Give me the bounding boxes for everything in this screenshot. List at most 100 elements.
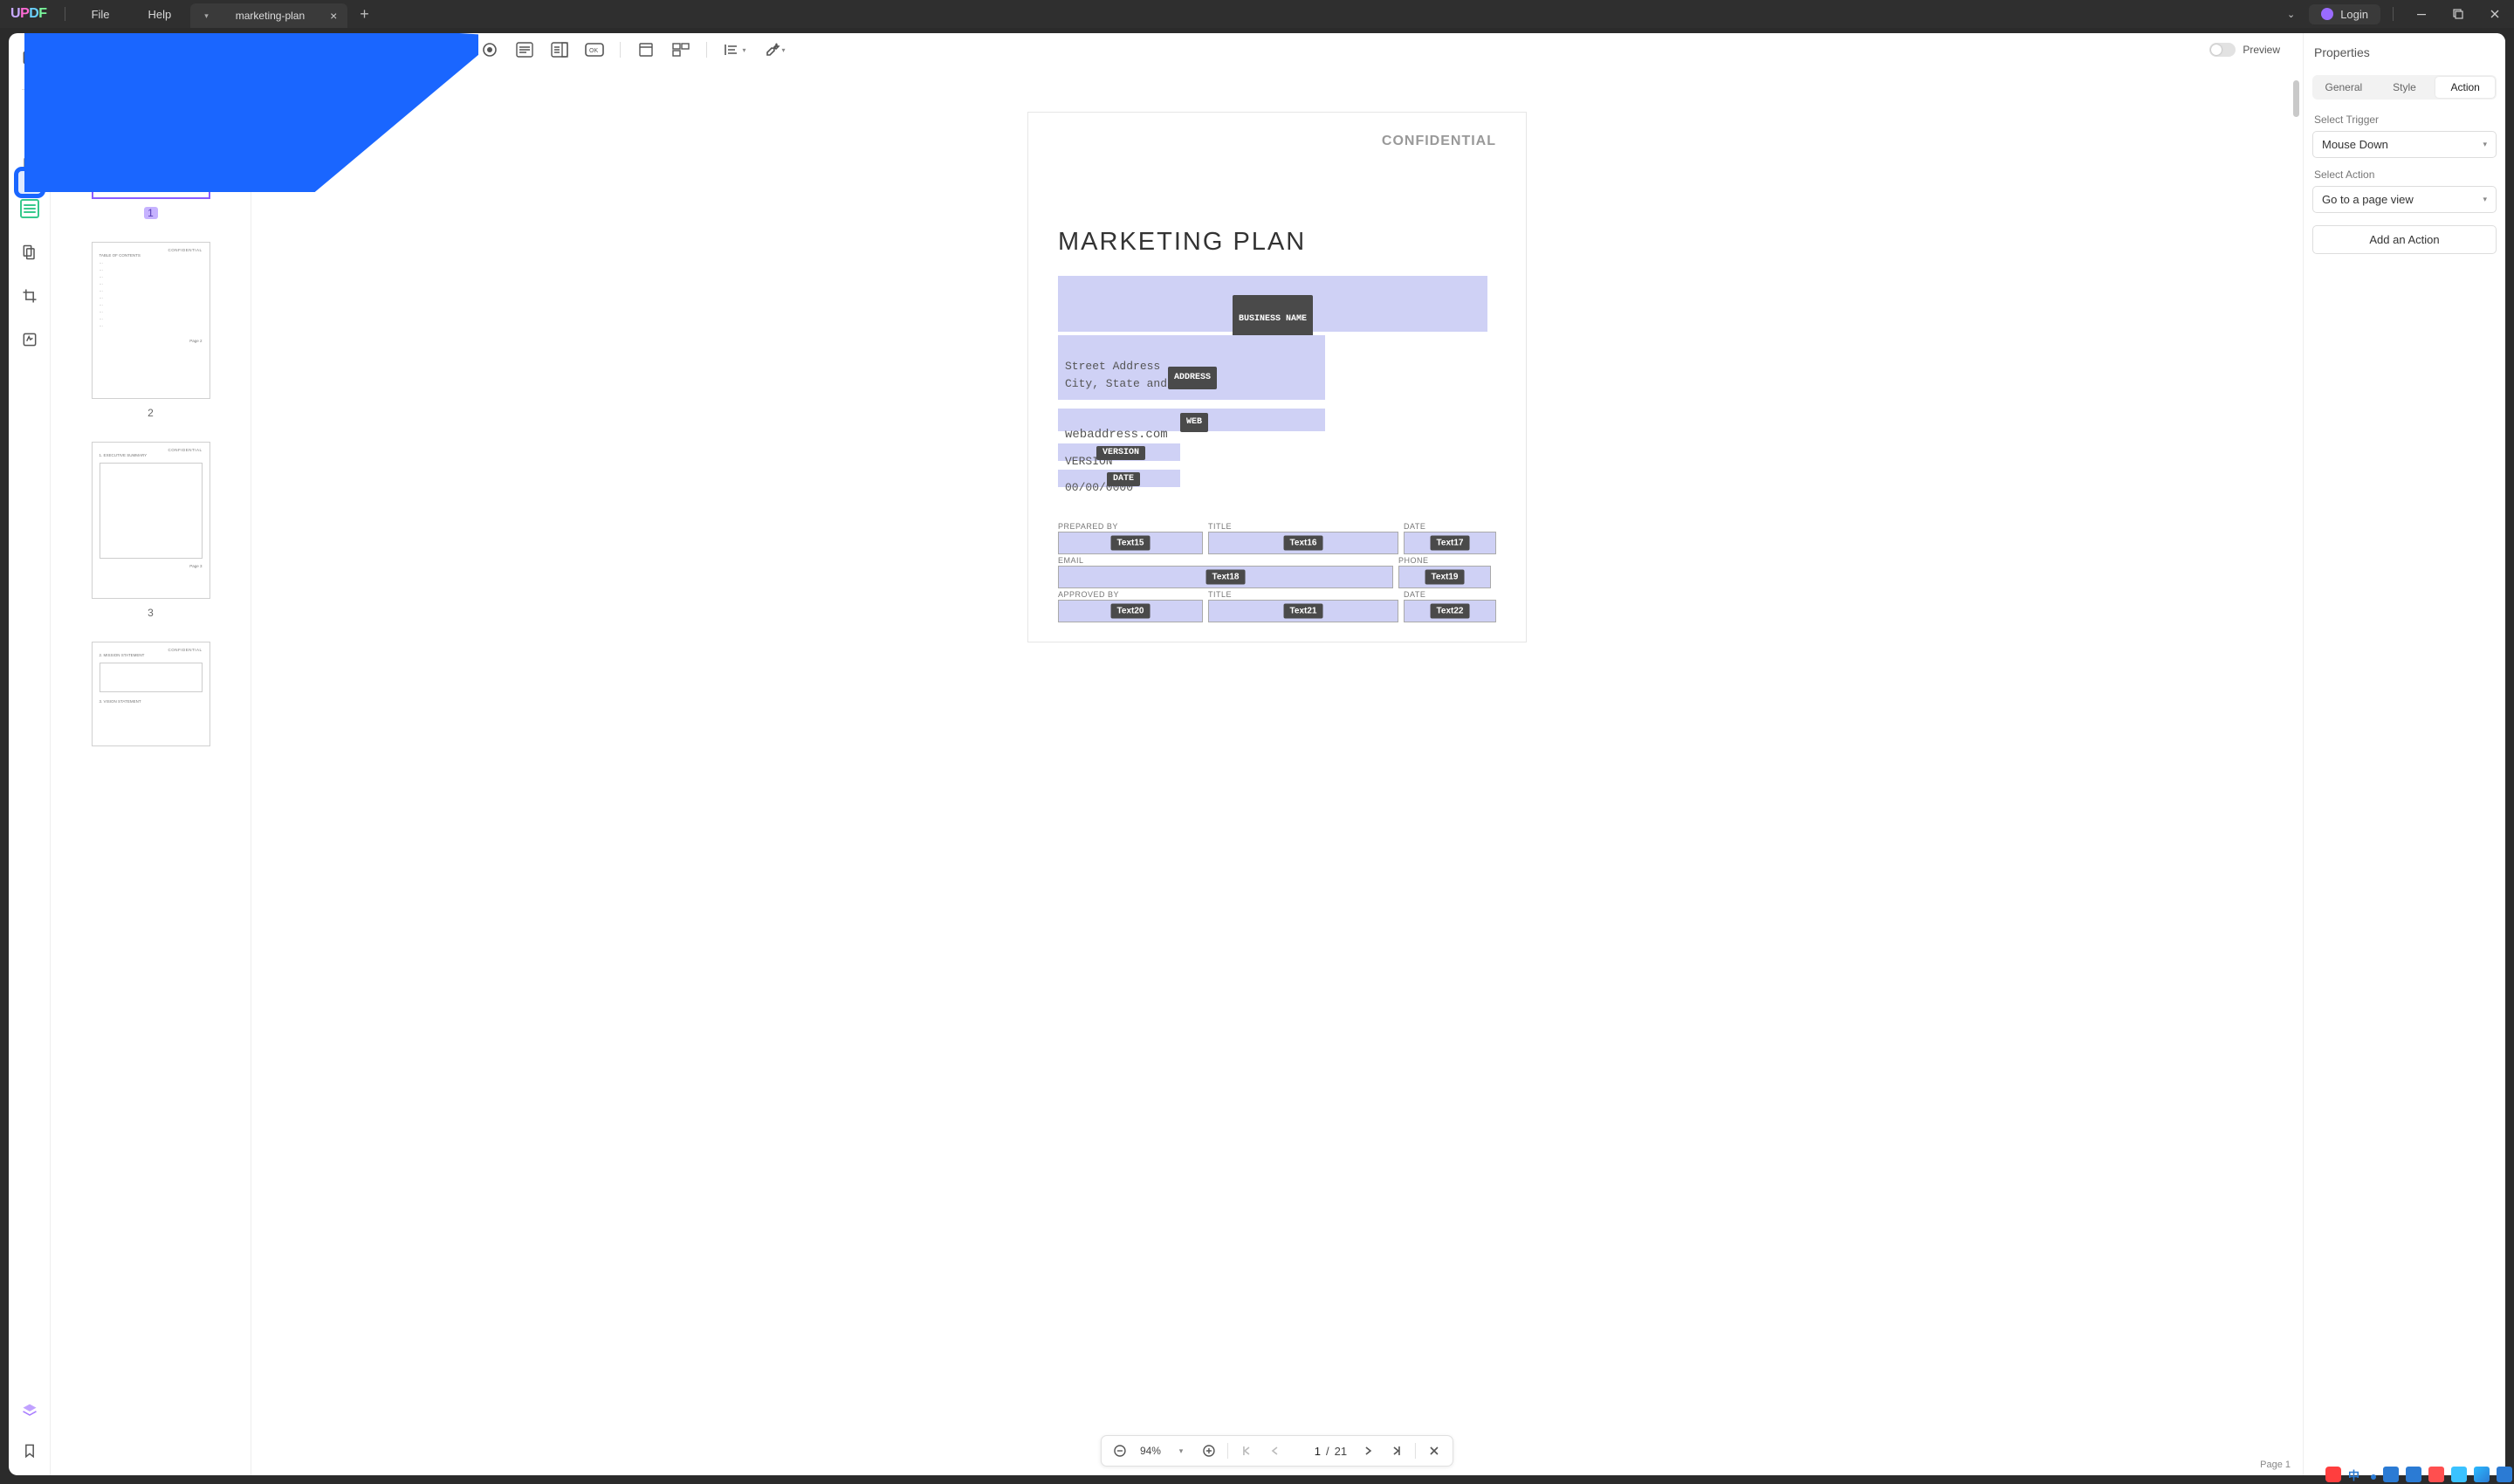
tab-style[interactable]: Style (2375, 77, 2435, 98)
crop-tool-button[interactable] (17, 284, 42, 308)
date-field-tool[interactable] (668, 38, 694, 61)
tab-close-icon[interactable]: × (326, 9, 340, 23)
document-canvas[interactable]: CONFIDENTIAL MARKETING PLAN BUSINESS NAM… (251, 66, 2303, 1475)
text-field-tool[interactable]: T! (407, 38, 433, 61)
date-field[interactable]: 00/00/0000 DATE (1058, 470, 1180, 487)
bookmark-button[interactable] (17, 1439, 42, 1463)
zoom-dropdown-button[interactable]: ▾ (1170, 1439, 1192, 1462)
prev-page-button[interactable] (1263, 1439, 1286, 1462)
tools-menu[interactable]: ▾ (759, 38, 791, 61)
tray-icon[interactable] (2451, 1467, 2467, 1482)
properties-panel: Properties General Style Action Select T… (2303, 33, 2505, 1475)
preview-label: Preview (2243, 44, 2280, 56)
menu-help[interactable]: Help (129, 8, 191, 21)
organize-pages-button[interactable] (17, 240, 42, 265)
tray-keyboard-icon[interactable] (2406, 1467, 2421, 1482)
field-prepared-by[interactable]: Text15 (1058, 532, 1203, 554)
zoom-in-button[interactable] (1198, 1439, 1220, 1462)
tray-icon[interactable] (2325, 1467, 2341, 1482)
listbox-tool[interactable] (546, 38, 573, 61)
login-button[interactable]: Login (2309, 4, 2380, 24)
field-tag: Text15 (1111, 536, 1151, 551)
signoff-table: PREPARED BY Text15 TITLE Text16 DATE Tex… (1058, 522, 1496, 622)
thumbnail-number: 3 (144, 607, 158, 619)
select-trigger-dropdown[interactable]: Mouse Down ▾ (2312, 131, 2497, 158)
document-tab[interactable]: ▾ marketing-plan × (190, 3, 347, 28)
window-maximize-button[interactable] (2442, 9, 2474, 19)
tray-icon[interactable] (2474, 1467, 2490, 1482)
thumbnail-1[interactable]: CONFIDENTIAL MARKETING PLAN BUSINESS NAM… (63, 42, 238, 219)
field-date-2[interactable]: Text22 (1404, 600, 1496, 622)
version-field[interactable]: VERSION VERSION (1058, 443, 1180, 461)
radio-button-tool[interactable] (477, 38, 503, 61)
tray-mic-icon[interactable] (2383, 1467, 2399, 1482)
page-current-input[interactable] (1296, 1445, 1321, 1458)
select-action-dropdown[interactable]: Go to a page view ▾ (2312, 186, 2497, 213)
chevron-down-icon: ▾ (2483, 195, 2487, 204)
tab-action[interactable]: Action (2435, 77, 2495, 98)
business-name-field[interactable]: BUSINESS NAME BUSINESS NAME (1058, 276, 1487, 332)
chevron-down-icon: ▾ (2483, 140, 2487, 149)
tab-title: marketing-plan (221, 10, 326, 22)
tray-settings-icon[interactable] (2497, 1467, 2512, 1482)
add-tab-button[interactable]: + (347, 5, 381, 24)
label-phone: PHONE (1398, 556, 1491, 565)
field-tag: DATE (1107, 472, 1140, 486)
address-field[interactable]: Street Address City, State and Zip ADDRE… (1058, 335, 1325, 400)
thumbnail-3[interactable]: CONFIDENTIAL 1. EXECUTIVE SUMMARY Page 3… (63, 442, 238, 619)
checkbox-tool[interactable] (442, 38, 468, 61)
svg-text:T!: T! (416, 46, 423, 55)
page-nav-bar: 94% ▾ / 21 (1101, 1435, 1453, 1467)
field-phone[interactable]: Text19 (1398, 566, 1491, 588)
chevron-down-icon[interactable]: ⌄ (2278, 5, 2304, 24)
field-date[interactable]: Text17 (1404, 532, 1496, 554)
scrollbar-thumb[interactable] (2293, 80, 2299, 117)
properties-title: Properties (2312, 45, 2497, 59)
edit-tool-button[interactable] (17, 153, 42, 177)
reader-mode-button[interactable] (17, 45, 42, 70)
layers-button[interactable] (17, 1398, 42, 1423)
button-tool[interactable]: OK (581, 38, 608, 61)
tray-icon[interactable] (2428, 1467, 2444, 1482)
field-tag: Text16 (1284, 536, 1323, 551)
label-prepared-by: PREPARED BY (1058, 522, 1203, 531)
field-email[interactable]: Text18 (1058, 566, 1393, 588)
field-title[interactable]: Text16 (1208, 532, 1398, 554)
web-field[interactable]: webaddress.com WEB (1058, 409, 1325, 431)
menu-file[interactable]: File (72, 8, 129, 21)
next-page-button[interactable] (1357, 1439, 1380, 1462)
thumbnail-4[interactable]: CONFIDENTIAL 2. MISSION STATEMENT 3. VIS… (63, 642, 238, 746)
pdf-page: CONFIDENTIAL MARKETING PLAN BUSINESS NAM… (1027, 112, 1527, 642)
system-tray: 中 (2325, 1465, 2512, 1484)
align-tool[interactable]: ▾ (719, 38, 751, 61)
dropdown-tool[interactable] (512, 38, 538, 61)
field-title-2[interactable]: Text21 (1208, 600, 1398, 622)
image-field-tool[interactable] (633, 38, 659, 61)
separator (2393, 7, 2394, 21)
label-date: DATE (1404, 522, 1496, 531)
zoom-out-button[interactable] (1109, 1439, 1131, 1462)
add-action-button[interactable]: Add an Action (2312, 225, 2497, 254)
thumbnail-panel[interactable]: CONFIDENTIAL MARKETING PLAN BUSINESS NAM… (51, 33, 251, 1475)
close-nav-button[interactable] (1423, 1439, 1446, 1462)
redact-tool-button[interactable] (17, 327, 42, 352)
page-sep: / (1326, 1445, 1329, 1458)
field-approved-by[interactable]: Text20 (1058, 600, 1203, 622)
tab-general[interactable]: General (2314, 77, 2373, 98)
window-minimize-button[interactable] (2406, 9, 2437, 19)
field-tag: Text18 (1206, 570, 1246, 585)
preview-toggle[interactable] (2209, 43, 2236, 57)
first-page-button[interactable] (1235, 1439, 1258, 1462)
comment-tool-button[interactable] (17, 109, 42, 134)
tray-icon[interactable]: 中 (2348, 1467, 2364, 1482)
page-input[interactable]: / 21 (1291, 1445, 1352, 1458)
thumbnail-2[interactable]: CONFIDENTIAL TABLE OF CONTENTS ………………………… (63, 242, 238, 419)
window-close-button[interactable] (2479, 9, 2511, 19)
form-tool-button[interactable] (17, 196, 42, 221)
tray-icon[interactable] (2371, 1474, 2376, 1480)
properties-tabs: General Style Action (2312, 75, 2497, 100)
app-window: CONFIDENTIAL MARKETING PLAN BUSINESS NAM… (9, 33, 2505, 1475)
last-page-button[interactable] (1385, 1439, 1408, 1462)
tab-dropdown-icon[interactable]: ▾ (204, 11, 209, 21)
thumbnail-number: 1 (144, 207, 158, 219)
